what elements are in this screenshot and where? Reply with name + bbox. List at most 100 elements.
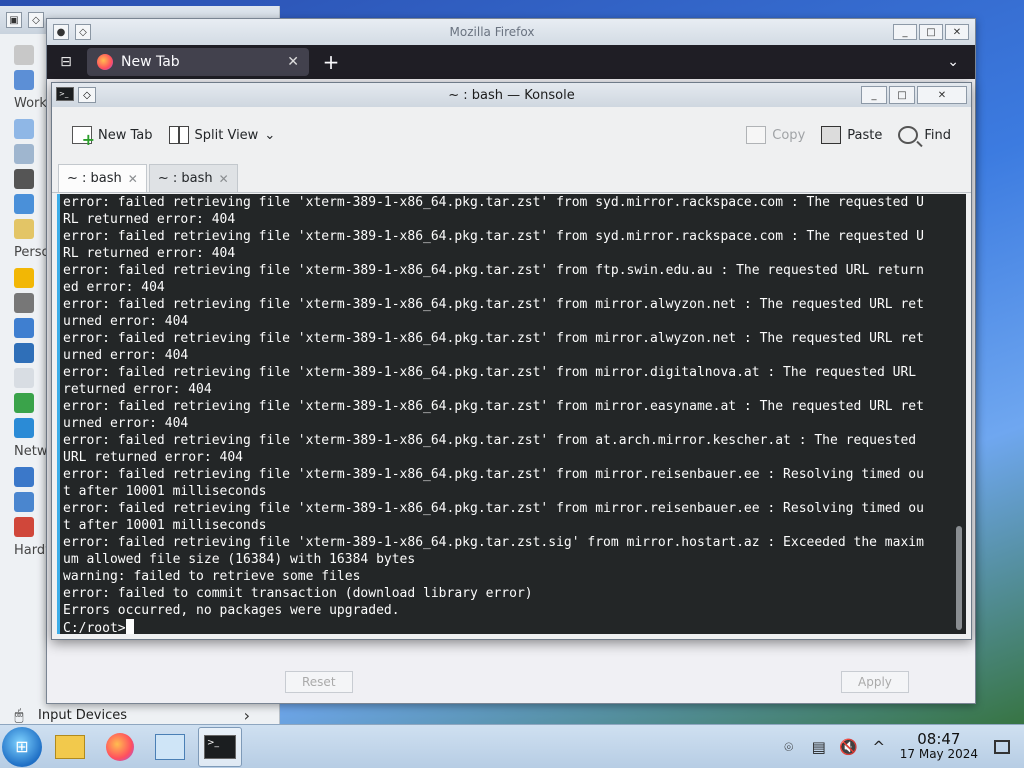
new-tab-button[interactable]: New Tab (68, 120, 157, 150)
system-tray: ⌾ ▤ 🔇 ^ 08:47 17 May 2024 (780, 729, 1024, 762)
terminal-line: error: failed retrieving file 'xterm-389… (63, 399, 924, 414)
terminal-line: error: failed retrieving file 'xterm-389… (63, 263, 924, 278)
minimize-button[interactable]: _ (861, 86, 887, 104)
scrollbar-thumb[interactable] (956, 526, 962, 630)
maximize-button[interactable]: □ (919, 24, 943, 40)
terminal-line: warning: failed to retrieve some files (63, 569, 361, 584)
chevron-up-icon[interactable]: ^ (870, 738, 888, 756)
tab-label: ~ : bash (67, 171, 122, 186)
kde-connect-icon[interactable]: ⌾ (780, 738, 798, 756)
startup-icon[interactable] (14, 194, 34, 214)
search-icon (898, 126, 919, 144)
close-icon[interactable]: ✕ (219, 172, 229, 186)
appearance-icon[interactable] (14, 70, 34, 90)
konsole-toolbar: New Tab Split View ⌄ Copy Paste Find (52, 107, 971, 163)
paste-icon (821, 126, 842, 144)
taskbar-system-settings[interactable] (148, 727, 192, 767)
shortcuts-icon[interactable] (14, 169, 34, 189)
show-desktop-icon[interactable] (994, 739, 1010, 754)
terminal-output[interactable]: error: failed retrieving file 'xterm-389… (57, 194, 966, 634)
find-button[interactable]: Find (894, 120, 955, 150)
kde-connect-icon[interactable] (14, 418, 34, 438)
taskbar-konsole[interactable]: >_ (198, 726, 242, 767)
clipboard-icon[interactable]: ▤ (810, 738, 828, 756)
split-view-icon (168, 126, 189, 144)
taskbar-file-manager[interactable] (48, 727, 92, 767)
start-menu-button[interactable]: ⊞ (2, 726, 42, 767)
close-button[interactable]: ✕ (917, 86, 967, 104)
terminal-line: urned error: 404 (63, 348, 189, 363)
tab-new-tab[interactable]: New Tab ✕ (87, 48, 309, 76)
terminal-line: URL returned error: 404 (63, 450, 244, 465)
firefox-view-icon[interactable]: ⊟ (55, 51, 77, 73)
split-view-button[interactable]: Split View ⌄ (165, 120, 280, 150)
terminal-line: error: failed to commit transaction (dow… (63, 586, 533, 601)
users-icon[interactable] (14, 293, 34, 313)
window-menu-icon[interactable]: ▣ (6, 12, 22, 28)
terminal-line: error: failed retrieving file 'xterm-389… (63, 297, 924, 312)
tab-bash-1[interactable]: ~ : bash ✕ (58, 164, 147, 192)
terminal-line: urned error: 404 (63, 416, 189, 431)
pin-icon[interactable]: ◇ (28, 12, 44, 28)
window-management-icon[interactable] (14, 144, 34, 164)
firefox-app-icon[interactable]: ● (53, 24, 69, 40)
search-settings-icon[interactable] (14, 219, 34, 239)
connections-icon[interactable] (14, 467, 34, 487)
clock-time: 08:47 (917, 729, 961, 748)
copy-button[interactable]: Copy (742, 120, 809, 150)
new-tab-label: New Tab (98, 127, 153, 143)
prompt: C:/root> (63, 621, 126, 634)
terminal-line: error: failed retrieving file 'xterm-389… (63, 229, 924, 244)
close-icon[interactable]: ✕ (128, 172, 138, 186)
online-accounts-icon[interactable] (14, 393, 34, 413)
sidebar-section-network: Netw (14, 444, 48, 459)
terminal-line: error: failed retrieving file 'xterm-389… (63, 365, 917, 380)
terminal-line: error: failed retrieving file 'xterm-389… (63, 195, 924, 210)
regional-settings-icon[interactable] (14, 318, 34, 338)
tab-bash-2[interactable]: ~ : bash ✕ (148, 164, 238, 192)
minimize-button[interactable]: _ (893, 24, 917, 40)
maximize-button[interactable]: □ (889, 86, 915, 104)
terminal-icon: >_ (204, 734, 236, 759)
new-tab-icon (72, 126, 95, 149)
sidebar-section-hardware: Hardw (14, 543, 56, 558)
chevron-down-icon[interactable]: ⌄ (947, 54, 959, 70)
clock-date: 17 May 2024 (899, 746, 978, 761)
close-icon[interactable]: ✕ (287, 54, 299, 70)
close-button[interactable]: ✕ (945, 24, 969, 40)
sidebar-section-personalization: Perso (14, 245, 50, 260)
konsole-app-icon[interactable]: >_ (56, 87, 74, 101)
network-settings-icon[interactable] (14, 492, 34, 512)
reset-button[interactable]: Reset (285, 671, 353, 693)
terminal-line: returned error: 404 (63, 382, 212, 397)
sidebar-section-workspace: Work (14, 96, 47, 111)
apply-button[interactable]: Apply (841, 671, 909, 693)
scrollbar[interactable] (956, 196, 962, 632)
accessibility-icon[interactable] (14, 343, 34, 363)
terminal-line: Errors occurred, no packages were upgrad… (63, 603, 400, 618)
settings-back-icon[interactable] (14, 45, 34, 65)
window-title: ~ : bash — Konsole (448, 87, 575, 103)
terminal-line: RL returned error: 404 (63, 212, 236, 227)
firewall-icon[interactable] (14, 517, 34, 537)
paste-button[interactable]: Paste (817, 120, 886, 150)
terminal-line: error: failed retrieving file 'xterm-389… (63, 433, 917, 448)
notifications-icon[interactable] (14, 268, 34, 288)
terminal-line: error: failed retrieving file 'xterm-389… (63, 501, 924, 516)
terminal-line: RL returned error: 404 (63, 246, 236, 261)
firefox-titlebar: ● ◇ Mozilla Firefox _ □ ✕ (47, 19, 975, 45)
chevron-down-icon: ⌄ (264, 127, 276, 143)
new-tab-button[interactable]: + (319, 50, 343, 74)
terminal-line: t after 10001 milliseconds (63, 484, 267, 499)
terminal-line: error: failed retrieving file 'xterm-389… (63, 535, 924, 550)
pin-icon[interactable]: ◇ (78, 87, 96, 103)
settings-icon (155, 733, 185, 760)
pin-icon[interactable]: ◇ (75, 24, 91, 40)
applications-icon[interactable] (14, 368, 34, 388)
terminal-line: error: failed retrieving file 'xterm-389… (63, 467, 924, 482)
workspace-behavior-icon[interactable] (14, 119, 34, 139)
clock[interactable]: 08:47 17 May 2024 (899, 729, 978, 762)
taskbar-firefox[interactable] (98, 727, 142, 767)
firefox-tabbar: ⊟ New Tab ✕ + ⌄ (47, 45, 975, 79)
volume-muted-icon[interactable]: 🔇 (839, 738, 858, 756)
